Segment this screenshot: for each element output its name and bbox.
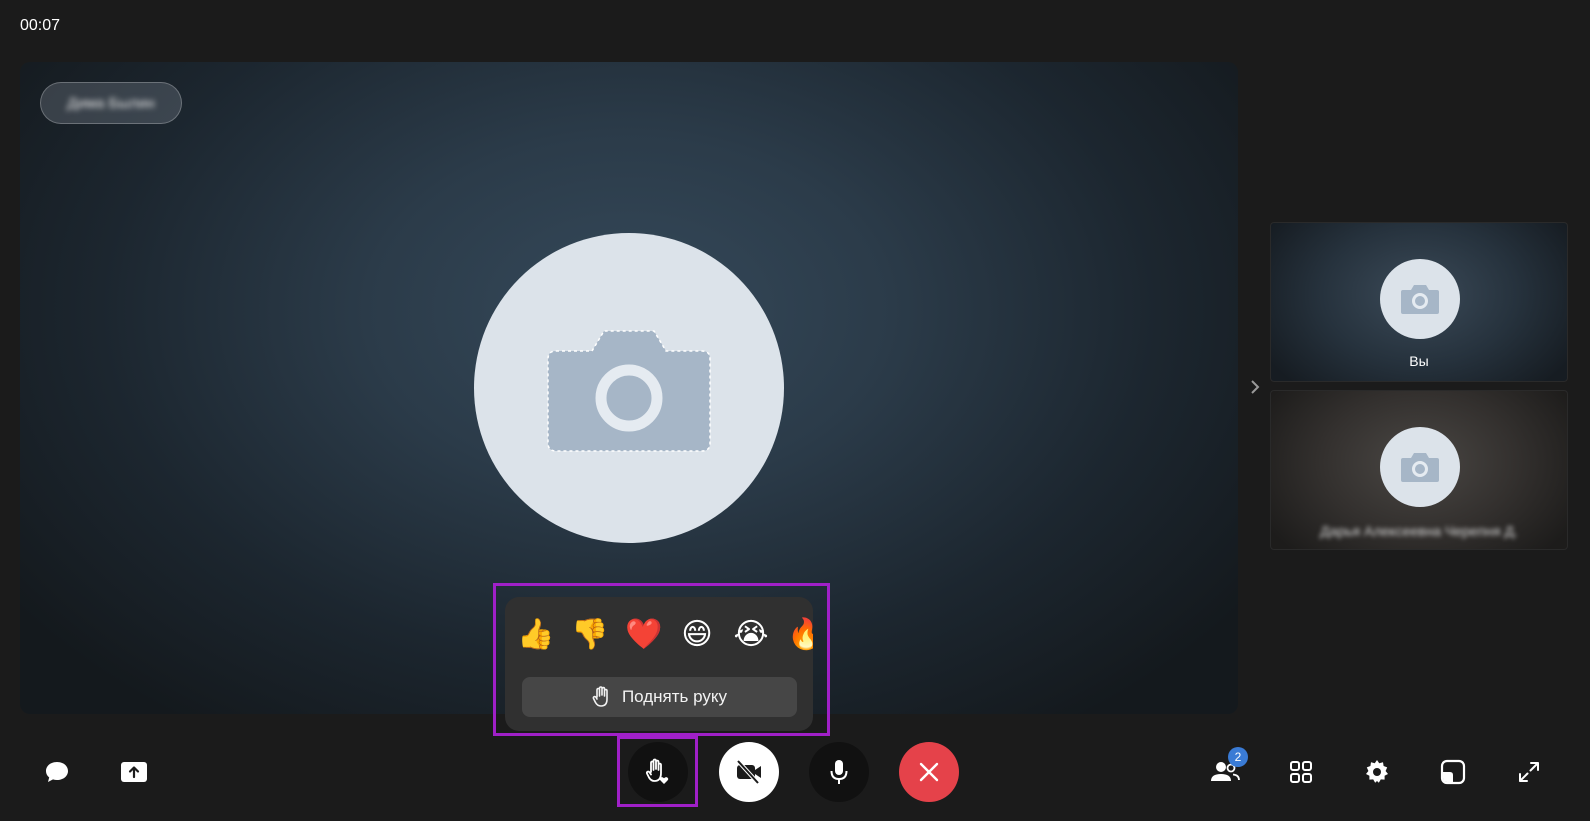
speaker-avatar [474, 233, 784, 543]
reactions-hand-icon [645, 758, 669, 784]
settings-button[interactable] [1360, 755, 1394, 789]
participants-button[interactable]: 2 [1208, 747, 1248, 789]
fullscreen-icon [1519, 762, 1539, 782]
share-screen-button[interactable] [117, 755, 151, 789]
picture-in-picture-button[interactable] [1436, 755, 1470, 789]
microphone-icon [830, 760, 848, 784]
speaker-name-pill: Дима Былин [40, 82, 182, 124]
participants-count-badge: 2 [1228, 747, 1248, 767]
participant-tile-self[interactable]: Вы [1270, 222, 1568, 382]
raised-hand-icon [592, 686, 608, 707]
crying-reaction[interactable]: 😭 [733, 615, 769, 655]
raise-hand-button[interactable]: Поднять руку [522, 677, 797, 717]
camera-placeholder-icon [547, 329, 711, 452]
reactions-button[interactable] [628, 742, 688, 802]
thumbs-up-reaction[interactable]: 👍 [517, 615, 554, 655]
fullscreen-button[interactable] [1512, 755, 1546, 789]
participant-tile-other[interactable]: Дарья Алексеевна Черепня Д. [1270, 390, 1568, 550]
picture-in-picture-icon [1440, 759, 1466, 785]
close-icon [919, 762, 939, 782]
thumbs-down-reaction[interactable]: 👎 [571, 615, 608, 655]
camera-toggle-button[interactable] [719, 742, 779, 802]
gear-icon [1366, 760, 1388, 783]
camera-off-icon [736, 759, 761, 785]
camera-placeholder-icon [1401, 453, 1439, 482]
participant-avatar [1380, 427, 1460, 507]
share-screen-icon [121, 762, 147, 782]
heart-reaction[interactable]: ❤️ [625, 615, 662, 655]
chevron-right-icon [1251, 380, 1260, 394]
camera-placeholder-icon [1401, 285, 1439, 314]
participant-label: Дарья Алексеевна Черепня Д. [1320, 523, 1518, 539]
reactions-panel: 👍 👎 ❤️ 😄 😭 🔥 Поднять руку [505, 597, 813, 731]
chat-icon [46, 762, 68, 782]
fire-reaction[interactable]: 🔥 [787, 615, 813, 655]
emoji-row: 👍 👎 ❤️ 😄 😭 🔥 [517, 615, 813, 655]
hangup-button[interactable] [899, 742, 959, 802]
speaker-name: Дима Былин [67, 94, 155, 112]
collapse-sidebar-arrow[interactable] [1248, 376, 1262, 398]
call-timer: 00:07 [20, 17, 61, 34]
grin-reaction[interactable]: 😄 [679, 615, 715, 655]
participant-label: Вы [1409, 353, 1429, 369]
raise-hand-label: Поднять руку [621, 687, 728, 706]
microphone-button[interactable] [809, 742, 869, 802]
participant-avatar [1380, 259, 1460, 339]
grid-layout-icon [1290, 761, 1312, 783]
chat-button[interactable] [40, 755, 74, 789]
layout-button[interactable] [1284, 755, 1318, 789]
